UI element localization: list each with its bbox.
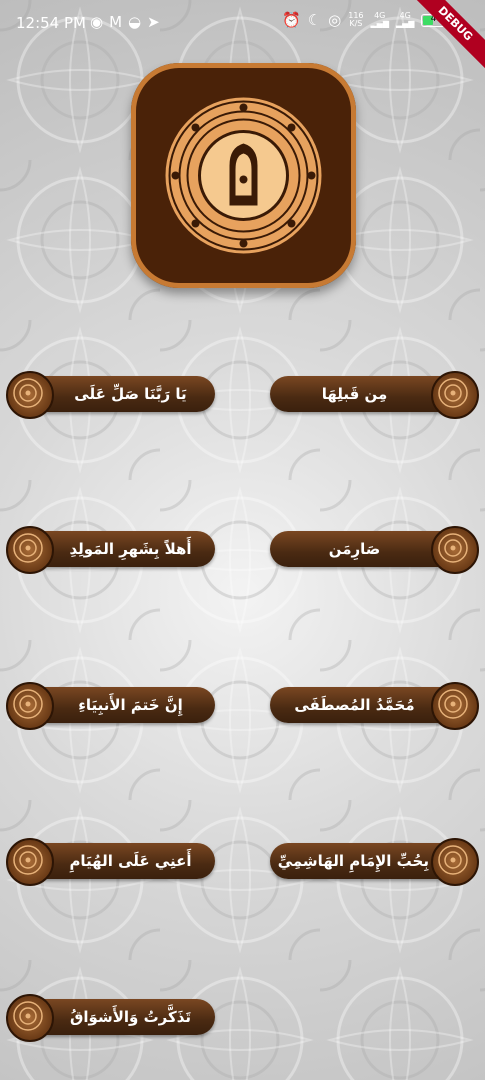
nasheed-button-4[interactable]: أَعنِي عَلَى الهُيَامِ bbox=[6, 838, 215, 886]
nasheed-title: أَعنِي عَلَى الهُيَامِ bbox=[69, 852, 192, 870]
app-notification-icon: ◒ bbox=[128, 13, 142, 31]
signal-1: 4G ▂▄▆ bbox=[370, 11, 389, 28]
net-type-2: 4G bbox=[399, 11, 411, 20]
ornament-medallion-icon bbox=[6, 838, 54, 886]
ornament-medallion-icon bbox=[6, 682, 54, 730]
speed-unit: K/S bbox=[349, 19, 363, 28]
net-type-1: 4G bbox=[374, 11, 386, 20]
app-logo bbox=[131, 63, 356, 288]
nasheed-title: صَارِمَن bbox=[328, 540, 381, 558]
status-time: 12:54 PM bbox=[16, 14, 86, 32]
nasheed-button-9[interactable]: بِحُبِّ الإِمَامِ الهَاشِمِيِّ bbox=[270, 838, 479, 886]
ornament-medallion-icon bbox=[431, 838, 479, 886]
nasheed-button-2[interactable]: أَهلاً بِشَهرِ المَولِدِ bbox=[6, 526, 215, 574]
ornament-medallion-icon bbox=[431, 682, 479, 730]
ornament-medallion-icon bbox=[6, 994, 54, 1042]
alarm-icon: ⏰ bbox=[282, 11, 301, 29]
gmail-icon: M bbox=[109, 13, 123, 31]
dnd-moon-icon: ☾ bbox=[307, 11, 322, 29]
nasheed-title: أَهلاً بِشَهرِ المَولِدِ bbox=[69, 540, 192, 558]
nasheed-title: مُحَمَّدُ المُصطَفَى bbox=[294, 696, 415, 714]
ornament-medallion-icon bbox=[431, 371, 479, 419]
nasheed-button-1[interactable]: يَا رَبَّنَا صَلِّ عَلَى bbox=[6, 371, 215, 419]
ornament-medallion-icon bbox=[431, 526, 479, 574]
nasheed-button-6[interactable]: مِن قَبلِهَا bbox=[270, 371, 479, 419]
whatsapp-icon: ◉ bbox=[90, 13, 104, 31]
nasheed-title: يَا رَبَّنَا صَلِّ عَلَى bbox=[74, 385, 187, 403]
signal-2: 4G ▂▄▆ bbox=[395, 11, 415, 28]
hotspot-icon: ◎ bbox=[328, 11, 342, 29]
logo-medallion-icon bbox=[165, 97, 322, 254]
ornament-medallion-icon bbox=[6, 371, 54, 419]
nasheed-title: تَذَكَّرتُ وَالأَشوَاقُ bbox=[70, 1008, 191, 1026]
nasheed-button-8[interactable]: مُحَمَّدُ المُصطَفَى bbox=[270, 682, 479, 730]
ornament-medallion-icon bbox=[6, 526, 54, 574]
nasheed-title: مِن قَبلِهَا bbox=[321, 385, 388, 403]
nasheed-button-7[interactable]: صَارِمَن bbox=[270, 526, 479, 574]
status-bar: 12:54 PM ◉ M ◒ ➤ ⏰ ☾ ◎ 116 K/S 4G ▂▄▆ 4G ▂… bbox=[0, 0, 485, 46]
nasheed-title: بِحُبِّ الإِمَامِ الهَاشِمِيِّ bbox=[277, 852, 429, 870]
telegram-icon: ➤ bbox=[147, 13, 160, 31]
nasheed-button-5[interactable]: تَذَكَّرتُ وَالأَشوَاقُ bbox=[6, 994, 215, 1042]
nasheed-button-3[interactable]: إِنَّ خَتمَ الأَنبِيَاءِ bbox=[6, 682, 215, 730]
nasheed-title: إِنَّ خَتمَ الأَنبِيَاءِ bbox=[78, 696, 183, 714]
network-speed: 116 K/S bbox=[348, 12, 363, 28]
